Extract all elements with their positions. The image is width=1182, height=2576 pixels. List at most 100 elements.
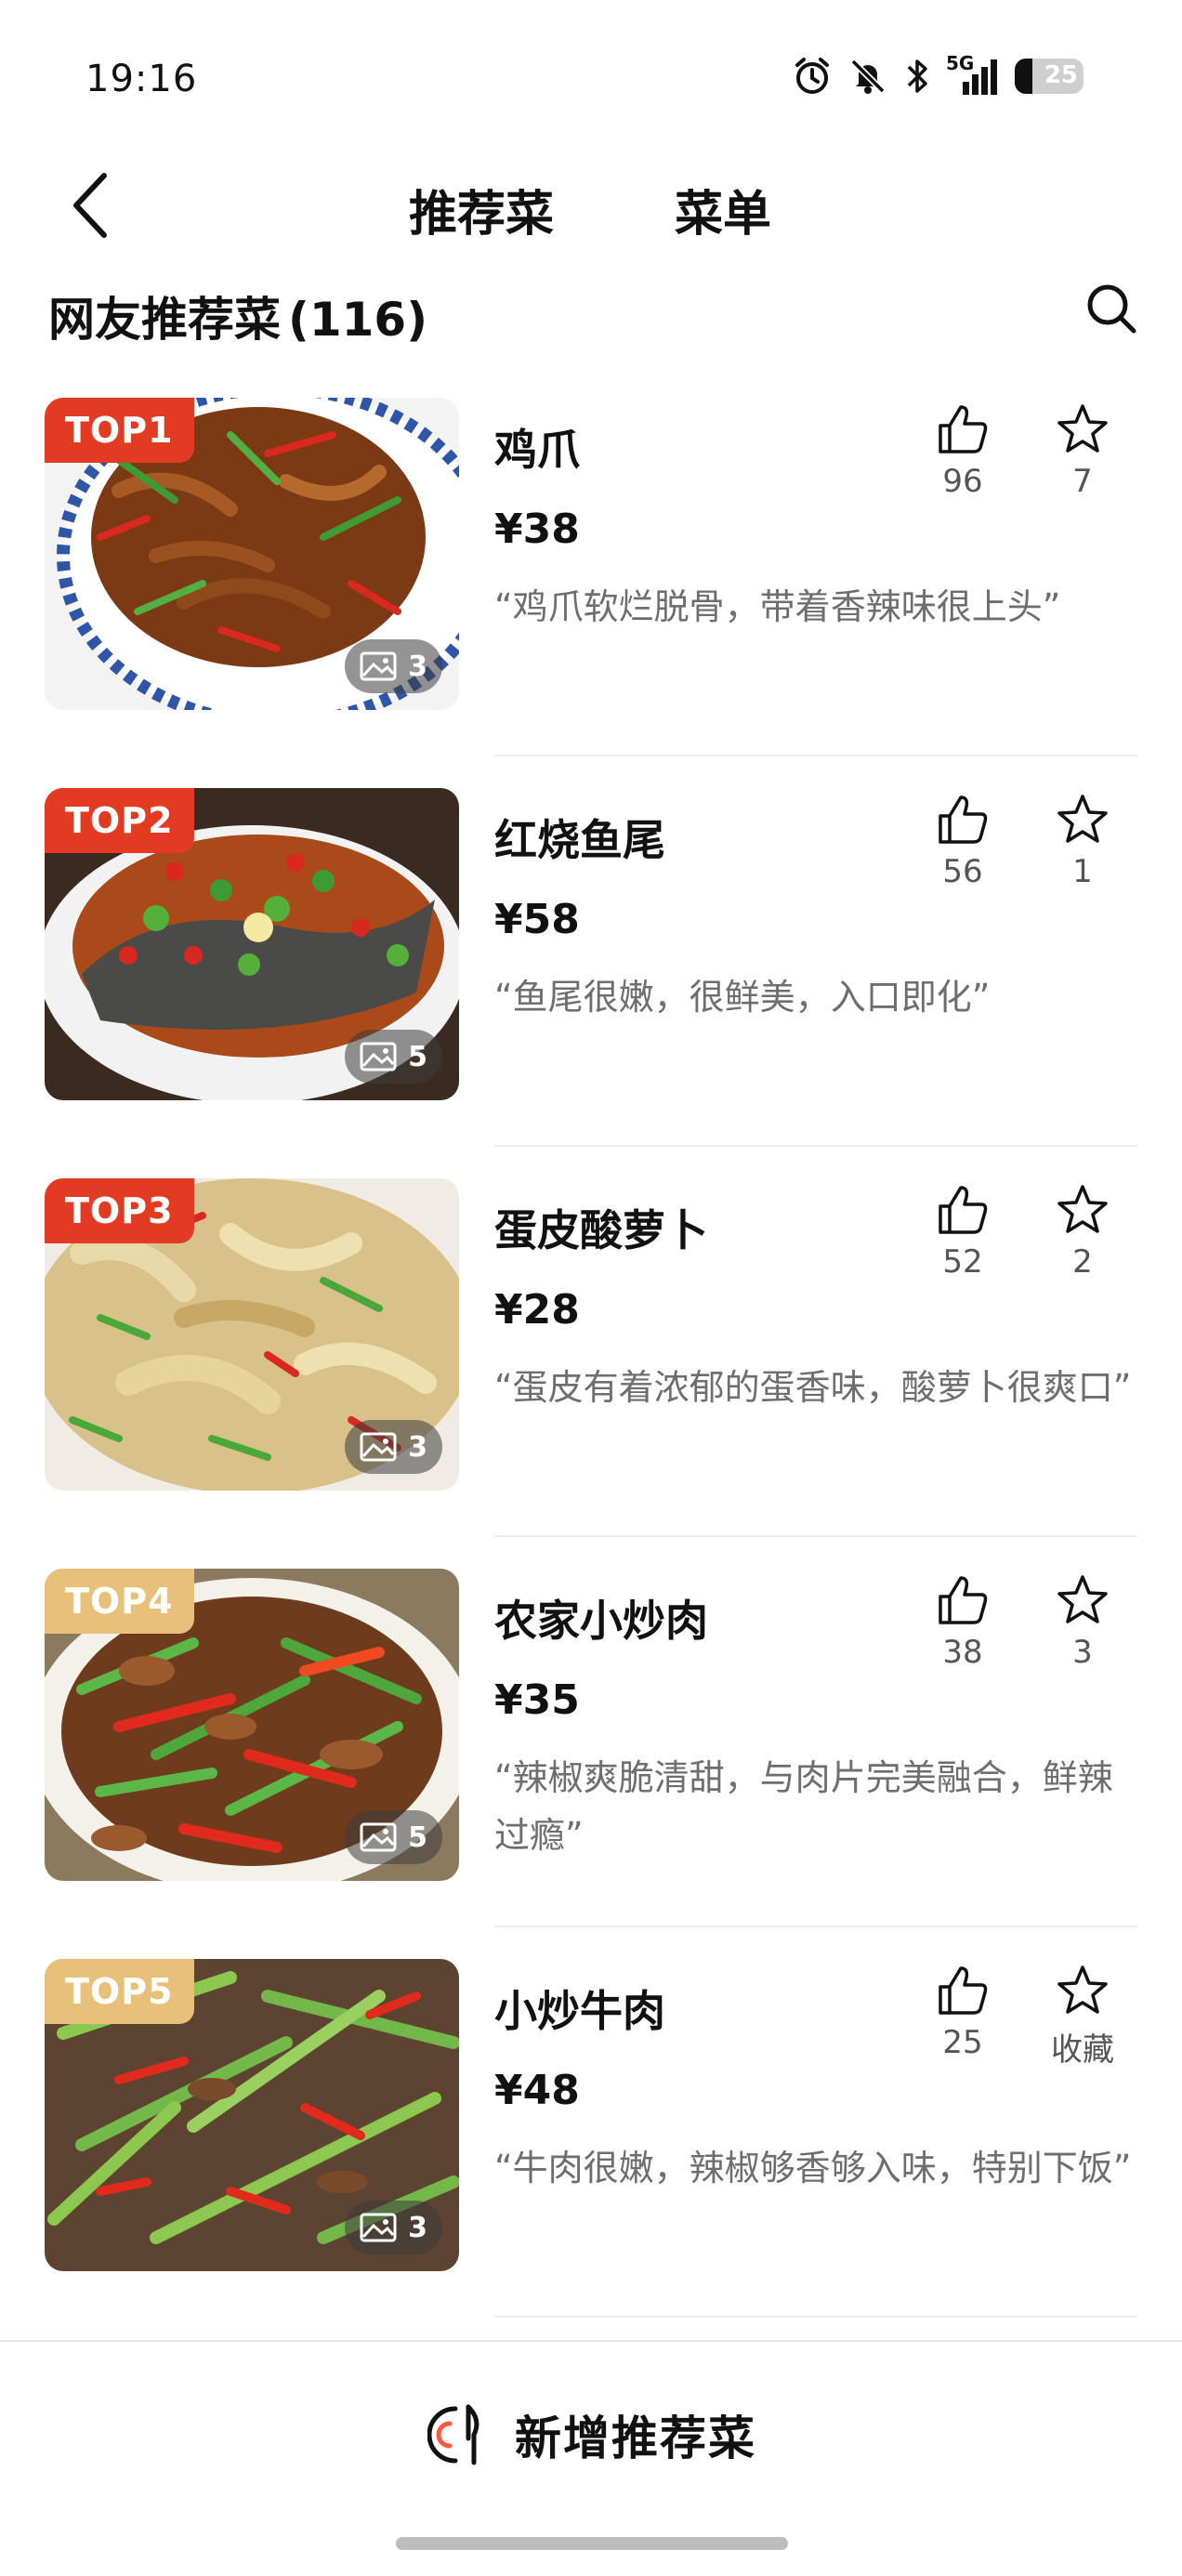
photo-count-value: 5 (408, 1820, 427, 1854)
divider (494, 2316, 1137, 2318)
photo-count-value: 3 (408, 650, 427, 683)
dish-photo[interactable]: TOP1 3 (45, 398, 459, 710)
home-indicator[interactable] (396, 2537, 788, 2550)
dish-item[interactable]: TOP2 5 红烧鱼尾 ¥58 “鱼尾很嫩，很鲜美，入口即化” 56 1 (0, 788, 1182, 1178)
mute-bell-icon (850, 59, 886, 94)
dish-quote: “牛肉很嫩，辣椒够香够入味，特别下饭” (494, 2148, 1132, 2188)
dish-name: 红烧鱼尾 (494, 815, 665, 865)
favorite-count: 7 (1072, 463, 1093, 500)
favorite-count: 1 (1072, 853, 1093, 890)
rank-badge: TOP2 (45, 788, 194, 853)
like-button[interactable]: 96 (929, 401, 996, 500)
photo-count: 3 (345, 2201, 442, 2254)
tab-recommended[interactable]: 推荐菜 (409, 175, 555, 250)
thumbs-up-icon (939, 795, 988, 844)
bluetooth-icon (907, 59, 927, 93)
favorite-button[interactable]: 1 (1044, 792, 1121, 890)
like-count: 25 (942, 2024, 983, 2061)
image-icon (360, 651, 397, 681)
photo-count: 5 (345, 1810, 442, 1864)
alarm-icon (795, 58, 829, 94)
add-recommended-dish-button[interactable]: 新增推荐菜 (427, 2401, 756, 2468)
photo-count: 3 (345, 639, 442, 693)
add-button-label: 新增推荐菜 (515, 2412, 756, 2465)
rank-badge: TOP4 (45, 1569, 194, 1634)
like-count: 56 (942, 853, 983, 890)
dish-photo[interactable]: TOP4 5 (45, 1569, 459, 1881)
dish-name: 农家小炒肉 (494, 1596, 708, 1646)
dish-photo[interactable]: TOP2 5 (45, 788, 459, 1100)
signal-indicator: 5G (946, 52, 1000, 97)
dish-item[interactable]: TOP5 3 小炒牛肉 ¥48 “牛肉很嫩，辣椒够香够入味，特别下饭” 25 收… (0, 1959, 1182, 2349)
status-time: 19:16 (85, 58, 198, 100)
dish-item[interactable]: TOP1 3 鸡爪 ¥38 “鸡爪软烂脱骨，带着香辣味很上头” 96 7 (0, 398, 1182, 788)
favorite-button[interactable]: 7 (1044, 401, 1121, 500)
dish-price: ¥38 (494, 506, 580, 553)
divider (494, 755, 1137, 756)
dish-name: 蛋皮酸萝卜 (494, 1205, 708, 1255)
star-icon (1057, 1185, 1108, 1233)
like-button[interactable]: 25 (929, 1963, 996, 2061)
chevron-left-icon (73, 173, 107, 238)
photo-count-value: 3 (408, 1430, 427, 1464)
dish-quote: “鸡爪软烂脱骨，带着香辣味很上头” (494, 586, 1061, 627)
favorite-button[interactable]: 3 (1044, 1572, 1121, 1671)
tab-recommended-label: 推荐菜 (409, 187, 555, 243)
dish-price: ¥28 (494, 1286, 580, 1334)
like-count: 52 (942, 1243, 983, 1281)
like-count: 38 (942, 1634, 983, 1671)
photo-count: 5 (345, 1030, 442, 1084)
rank-badge: TOP3 (45, 1178, 194, 1243)
photo-count: 3 (345, 1420, 442, 1474)
favorite-button[interactable]: 2 (1044, 1182, 1121, 1281)
photo-count-value: 3 (408, 2211, 427, 2244)
status-icons: 5G 25 (792, 52, 1084, 100)
rank-badge: TOP1 (45, 398, 194, 463)
dish-photo[interactable]: TOP3 3 (45, 1178, 459, 1491)
rank-badge: TOP5 (45, 1959, 194, 2024)
photo-count-value: 5 (408, 1040, 427, 1073)
favorite-button[interactable]: 收藏 (1044, 1963, 1121, 2070)
thumbs-up-icon (939, 1576, 988, 1624)
like-count: 96 (942, 463, 983, 500)
signal-icon (963, 59, 997, 95)
search-icon (1087, 284, 1136, 334)
tab-menu[interactable]: 菜单 (675, 175, 771, 244)
thumbs-up-icon (939, 405, 988, 453)
dish-price: ¥58 (494, 896, 580, 943)
image-icon (360, 1042, 397, 1071)
dish-add-icon (427, 2404, 479, 2465)
dish-item[interactable]: TOP4 5 农家小炒肉 ¥35 “辣椒爽脆清甜，与肉片完美融合，鲜辣过瘾” 3… (0, 1569, 1182, 1959)
section-title: 网友推荐菜 (116) (48, 283, 427, 349)
favorite-count: 2 (1072, 1243, 1093, 1281)
divider (494, 1145, 1137, 1147)
search-button[interactable] (1080, 277, 1143, 340)
image-icon (360, 1432, 397, 1462)
thumbs-up-icon (939, 1186, 988, 1234)
battery-icon: 25 (1015, 59, 1084, 94)
dish-item[interactable]: TOP3 3 蛋皮酸萝卜 ¥28 “蛋皮有着浓郁的蛋香味，酸萝卜很爽口” 52 … (0, 1178, 1182, 1569)
like-button[interactable]: 38 (929, 1572, 996, 1671)
back-button[interactable] (58, 165, 123, 245)
favorite-label: 收藏 (1051, 2031, 1114, 2069)
divider (494, 1535, 1137, 1537)
divider (494, 1925, 1137, 1927)
star-icon (1057, 1575, 1108, 1623)
star-icon (1057, 404, 1108, 453)
star-icon (1057, 1965, 1108, 2014)
dish-name: 小炒牛肉 (494, 1986, 665, 2036)
battery-level: 25 (1044, 61, 1078, 89)
dish-name: 鸡爪 (494, 425, 580, 475)
dish-quote: “蛋皮有着浓郁的蛋香味，酸萝卜很爽口” (494, 1367, 1132, 1408)
dish-photo[interactable]: TOP5 3 (45, 1959, 459, 2271)
like-button[interactable]: 56 (929, 792, 996, 890)
dish-price: ¥48 (494, 2067, 580, 2114)
dish-quote: “鱼尾很嫩，很鲜美，入口即化” (494, 977, 991, 1018)
dish-price: ¥35 (494, 1676, 580, 1724)
favorite-count: 3 (1072, 1634, 1093, 1671)
like-button[interactable]: 52 (929, 1182, 996, 1281)
dish-quote: “辣椒爽脆清甜，与肉片完美融合，鲜辣过瘾” (494, 1757, 1113, 1856)
image-icon (360, 1822, 397, 1852)
tab-menu-label: 菜单 (675, 187, 772, 243)
star-icon (1057, 795, 1108, 843)
